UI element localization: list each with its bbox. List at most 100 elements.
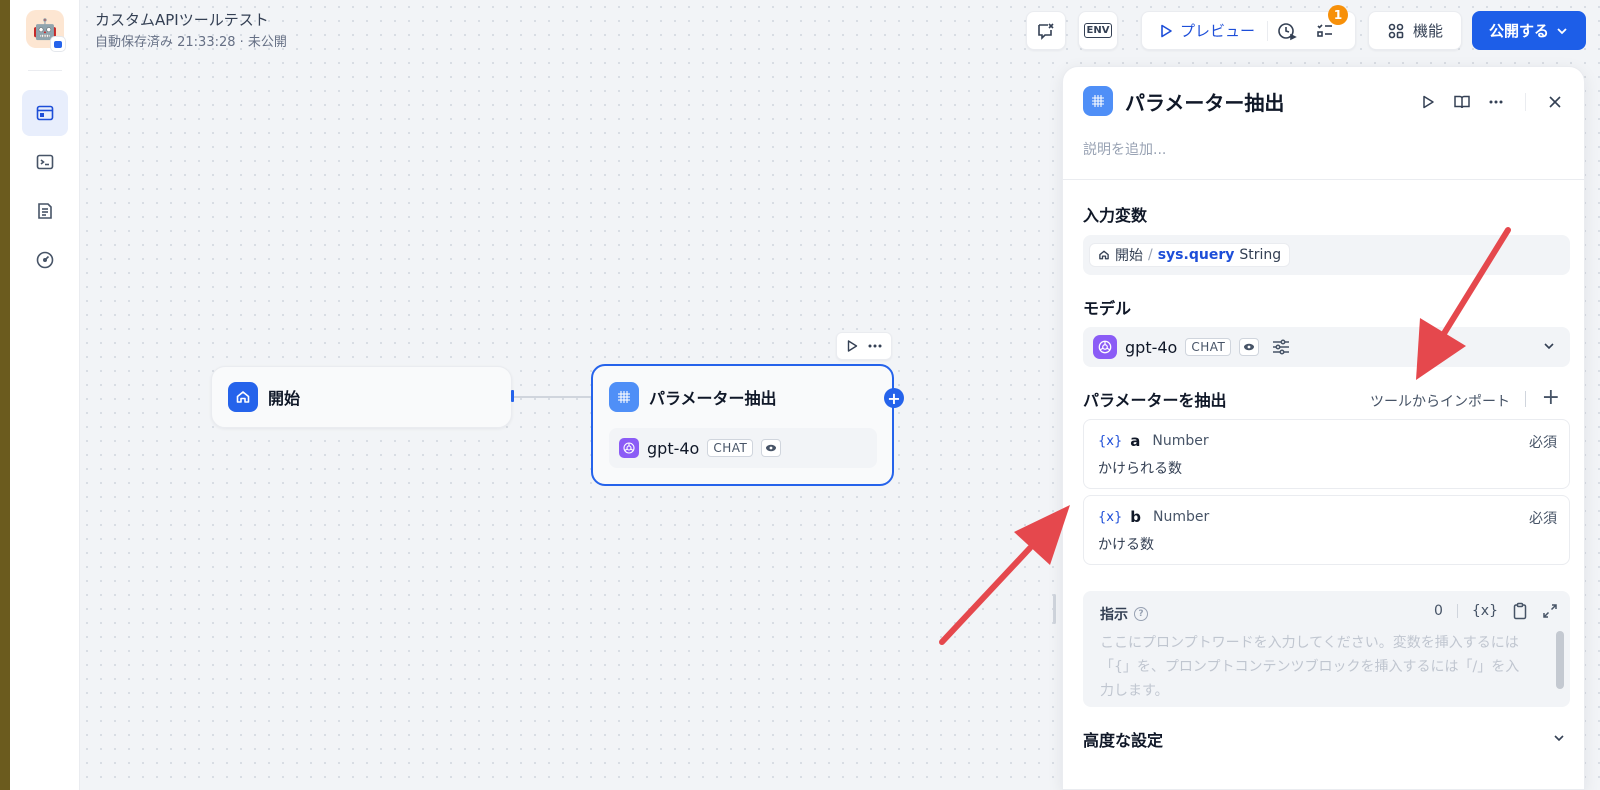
features-label: 機能 [1412,22,1443,40]
parameter-grid-icon [1083,86,1113,116]
publish-button[interactable]: 公開する [1472,11,1586,50]
workflow-save-status: 自動保存済み 21:33:28 · 未公開 [95,35,287,50]
features-button[interactable]: 機能 [1368,11,1462,50]
add-next-node-plus-icon[interactable]: + [884,388,904,408]
header-separator [1525,391,1526,407]
model-selector[interactable]: gpt-4o CHAT [1083,327,1570,367]
run-node-play-icon[interactable] [845,339,859,353]
publish-label: 公開する [1488,22,1549,40]
sidebar-item-logs[interactable] [22,188,68,234]
model-mode-chip: CHAT [1185,338,1232,356]
parameter-type: Number [1152,433,1209,449]
app-type-badge-icon [50,36,66,52]
panel-resize-handle[interactable] [1053,594,1056,624]
variable-x-icon: {x} [1098,509,1123,525]
workflow-title: カスタムAPIツールテスト [95,11,269,29]
import-from-tool-link[interactable]: ツールからインポート [1370,391,1510,411]
parameter-grid-icon [609,382,639,412]
input-variable-name: sys.query [1157,247,1235,263]
openai-icon [1093,335,1117,359]
input-variable-source: 開始 [1115,248,1143,264]
window-edge [0,0,10,790]
run-step-button[interactable] [1413,87,1443,117]
more-horizontal-icon[interactable] [867,339,883,353]
preview-button[interactable]: プレビュー [1142,12,1267,49]
panel-title[interactable]: パラメーター抽出 [1125,87,1284,116]
extract-parameters-label: パラメーターを抽出 [1083,391,1227,410]
annotation-toggle-button[interactable] [1026,11,1066,50]
panel-actions [1413,87,1570,117]
sidebar-item-api[interactable] [22,139,68,185]
gauge-icon [36,251,54,269]
checklist-button[interactable]: 1 [1306,5,1349,49]
add-parameter-plus-icon[interactable]: + [1542,387,1560,409]
preview-toolbar-group: プレビュー 1 [1141,5,1356,50]
node-settings-panel: パラメーター抽出 説明を追加... 入力変数 開始 / sys.query St… [1062,66,1585,790]
description-input[interactable]: 説明を追加... [1083,139,1166,159]
input-variable-type: String [1239,247,1282,263]
start-node[interactable]: 開始 [211,366,512,428]
node-model-mode-chip: CHAT [707,439,754,457]
home-icon [228,382,258,412]
document-list-icon [38,203,52,219]
instruction-char-count: 0 [1433,603,1443,619]
sidebar-item-orchestrate[interactable] [22,90,68,136]
input-variable-chip[interactable]: 開始 / sys.query String [1089,243,1291,267]
play-icon [1161,24,1172,37]
advanced-settings-label: 高度な設定 [1083,731,1164,750]
left-sidebar: 🤖 [10,0,80,790]
more-options-button[interactable] [1481,87,1511,117]
env-icon: ENV [1083,23,1113,38]
panel-divider [1063,179,1584,180]
sidebar-item-monitoring[interactable] [22,237,68,283]
terminal-icon [36,154,54,170]
close-icon [1549,96,1561,108]
insert-variable-icon[interactable]: {x} [1472,603,1498,619]
expand-icon[interactable] [1542,603,1558,619]
run-history-button[interactable] [1268,12,1306,49]
model-label: モデル [1083,299,1132,318]
parameter-description: かける数 [1098,537,1154,553]
vision-eye-icon [1239,338,1260,356]
node-model-name: gpt-4o [647,438,700,458]
panel-actions-separator [1525,93,1526,111]
clipboard-icon[interactable] [1512,602,1528,620]
instruction-editor[interactable]: 指示 ? 0 {x} ここにプロンプトワードを入力してください。変数を挿入するに… [1083,591,1570,707]
model-name: gpt-4o [1125,337,1178,357]
parameter-card[interactable]: {x} a Number 必須 かけられる数 [1083,419,1570,489]
window-icon [36,105,54,121]
help-docs-button[interactable] [1447,87,1477,117]
advanced-settings-toggle[interactable]: 高度な設定 [1083,727,1570,751]
clock-play-icon [1278,22,1297,40]
variable-x-icon: {x} [1098,433,1123,449]
play-icon [1423,95,1434,109]
book-open-icon [1454,95,1470,109]
extract-parameters-header: パラメーターを抽出 ツールからインポート + [1083,387,1570,411]
help-circle-icon[interactable]: ? [1134,607,1148,621]
checklist-count-badge: 1 [1328,5,1349,25]
input-variable-selector[interactable]: 開始 / sys.query String [1083,235,1570,275]
chevron-down-icon [1557,27,1567,34]
close-panel-button[interactable] [1540,87,1570,117]
parameter-name: b [1130,508,1141,526]
openai-icon [619,438,639,458]
workflow-edge[interactable] [514,396,592,398]
node-model-badge: gpt-4o CHAT [609,428,877,468]
sidebar-divider [28,70,62,71]
preview-label: プレビュー [1180,22,1256,40]
env-button[interactable]: ENV [1078,11,1118,50]
parameter-required-label: 必須 [1529,435,1557,451]
parameter-extractor-node[interactable]: パラメーター抽出 gpt-4o CHAT [591,364,894,486]
chevron-down-icon [1554,735,1564,742]
chat-x-icon [1038,22,1054,40]
sliders-icon[interactable] [1271,338,1291,356]
instruction-placeholder: ここにプロンプトワードを入力してください。変数を挿入するには「{」を、プロンプト… [1100,635,1520,699]
instruction-tools: 0 {x} [1434,602,1558,620]
start-node-title: 開始 [268,389,301,408]
apps-grid-icon [1388,23,1404,38]
parameter-node-title: パラメーター抽出 [649,389,777,408]
instruction-scrollbar[interactable] [1556,631,1564,689]
parameter-card[interactable]: {x} b Number 必須 かける数 [1083,495,1570,565]
chevron-down-icon [1544,343,1554,350]
parameter-description: かけられる数 [1098,461,1182,477]
